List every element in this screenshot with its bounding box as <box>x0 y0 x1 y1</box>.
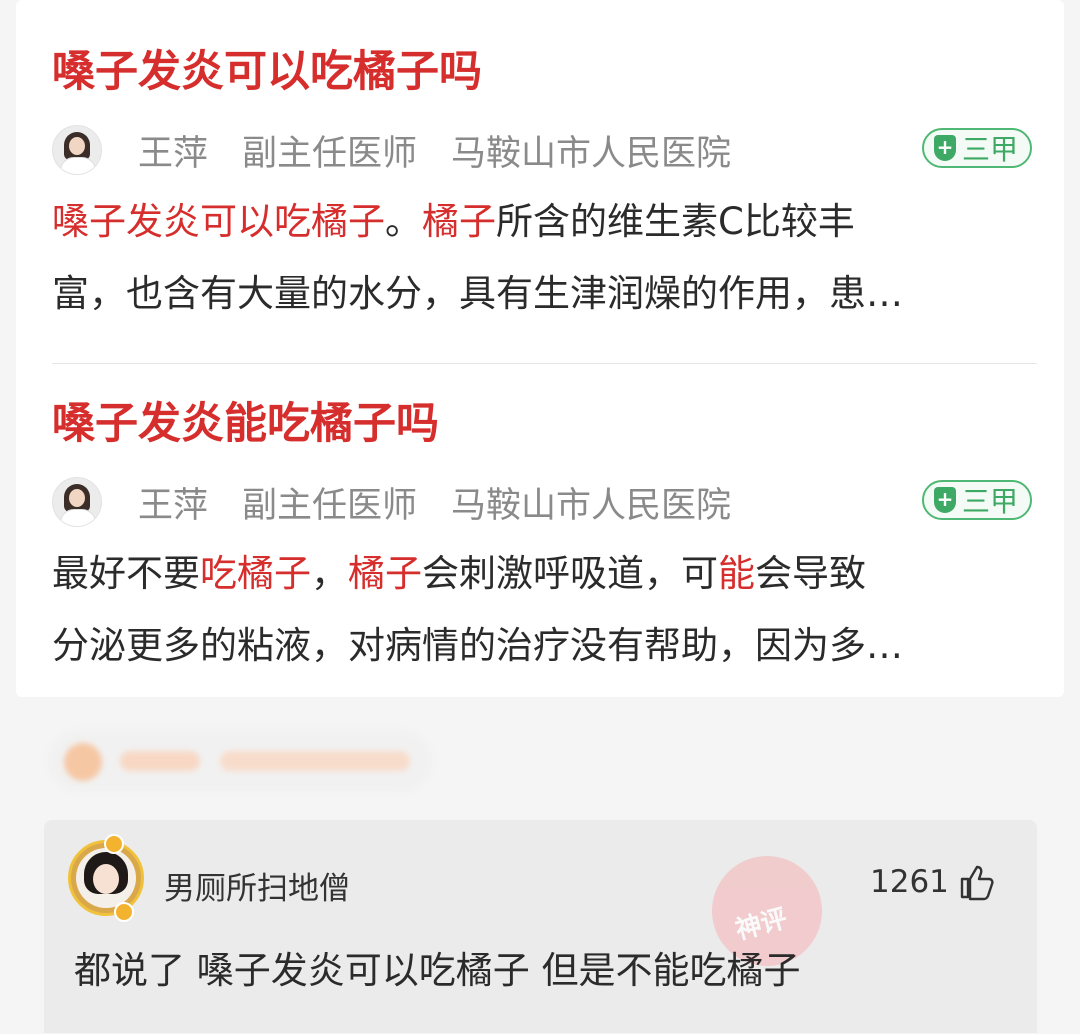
snippet-text: 最好不要 <box>52 552 200 595</box>
hospital-grade-badge: + 三甲 <box>921 480 1032 520</box>
highlight-text: 吃橘子 <box>200 552 311 595</box>
comment-username[interactable]: 男厕所扫地僧 <box>164 863 350 908</box>
snippet-line-1: 最好不要吃橘子，橘子会刺激呼吸道，可能会导致 <box>52 538 1032 610</box>
snippet-text: ， <box>311 552 348 595</box>
snippet-text: 所含的维生素C比较丰 <box>496 200 855 243</box>
doctor-name: 王萍 <box>138 485 209 526</box>
doctor-meta: 王萍 副主任医师 马鞍山市人民医院 + 三甲 <box>52 118 1032 182</box>
hospital-name: 马鞍山市人民医院 <box>451 133 732 174</box>
badge-label: 三甲 <box>961 485 1018 518</box>
doctor-name: 王萍 <box>138 133 209 174</box>
doctor-title: 副主任医师 <box>242 133 418 174</box>
search-result-2[interactable]: 嗓子发炎能吃橘子吗 王萍 副主任医师 马鞍山市人民医院 + 三甲 最好不要吃橘子… <box>52 392 1032 682</box>
highlight-text: 嗓子发炎可以吃橘子 <box>52 200 385 243</box>
doctor-avatar[interactable] <box>52 477 102 527</box>
snippet-line-1: 嗓子发炎可以吃橘子。橘子所含的维生素C比较丰 <box>52 186 1032 258</box>
divider <box>52 363 1037 364</box>
doctor-meta: 王萍 副主任医师 马鞍山市人民医院 + 三甲 <box>52 470 1032 534</box>
thumbs-up-icon[interactable] <box>956 862 996 902</box>
user-avatar[interactable] <box>68 840 144 916</box>
result-snippet: 嗓子发炎可以吃橘子。橘子所含的维生素C比较丰 富，也含有大量的水分，具有生津润燥… <box>52 186 1032 330</box>
avatar-frame-decoration <box>104 834 124 854</box>
snippet-line-2: 分泌更多的粘液，对病情的治疗没有帮助，因为多… <box>52 624 903 667</box>
doctor-avatar[interactable] <box>52 125 102 175</box>
badge-label: 三甲 <box>961 133 1018 166</box>
highlight-text: 橘子 <box>348 552 422 595</box>
result-title[interactable]: 嗓子发炎能吃橘子吗 <box>52 392 1032 456</box>
doctor-title: 副主任医师 <box>242 485 418 526</box>
highlight-text: 能 <box>718 552 755 595</box>
avatar-frame-decoration <box>114 902 134 922</box>
result-title[interactable]: 嗓子发炎可以吃橘子吗 <box>52 40 1032 104</box>
blurred-banner[interactable] <box>48 730 432 792</box>
snippet-text: 会刺激呼吸道，可 <box>422 552 718 595</box>
like-count: 1261 <box>870 864 949 900</box>
comment-text: 都说了 嗓子发炎可以吃橘子 但是不能吃橘子 <box>74 949 801 992</box>
snippet-text: 会导致 <box>755 552 866 595</box>
comment-card: 神评 男厕所扫地僧 1261 都说了 嗓子发炎可以吃橘子 但是不能吃橘子 <box>44 820 1037 1033</box>
shield-plus-icon: + <box>933 487 956 513</box>
hospital-grade-badge: + 三甲 <box>921 128 1032 168</box>
hospital-name: 马鞍山市人民医院 <box>451 485 732 526</box>
search-results-card: 嗓子发炎可以吃橘子吗 王萍 副主任医师 马鞍山市人民医院 + 三甲 嗓子发炎可以… <box>16 0 1064 697</box>
snippet-text: 。 <box>385 200 422 243</box>
result-snippet: 最好不要吃橘子，橘子会刺激呼吸道，可能会导致 分泌更多的粘液，对病情的治疗没有帮… <box>52 538 1032 682</box>
search-result-1[interactable]: 嗓子发炎可以吃橘子吗 王萍 副主任医师 马鞍山市人民医院 + 三甲 嗓子发炎可以… <box>52 40 1032 330</box>
snippet-line-2: 富，也含有大量的水分，具有生津润燥的作用，患… <box>52 272 903 315</box>
shield-plus-icon: + <box>933 135 956 161</box>
highlight-text: 橘子 <box>422 200 496 243</box>
